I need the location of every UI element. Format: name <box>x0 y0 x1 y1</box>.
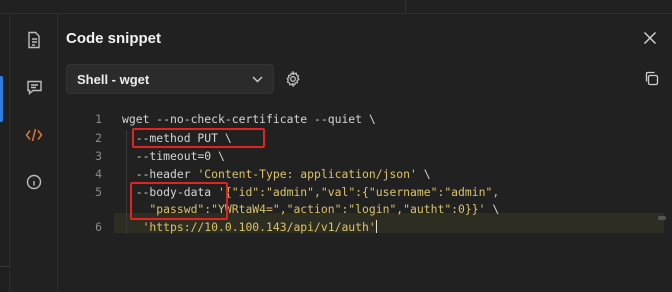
line-number: 2 <box>95 131 102 145</box>
line-continuation: \ <box>416 167 431 181</box>
header-flag: --header <box>122 167 198 181</box>
code-editor[interactable]: 1 2 3 4 5 6 wget --no-check-certificate … <box>58 110 672 242</box>
app-edge <box>0 14 10 292</box>
document-icon[interactable] <box>24 30 44 50</box>
text-cursor <box>375 220 377 233</box>
line-number: 6 <box>95 220 102 234</box>
copy-icon[interactable] <box>644 71 660 87</box>
code-line-4: --header 'Content-Type: application/json… <box>122 167 431 181</box>
panel-title: Code snippet <box>66 30 162 47</box>
highlight-box-method <box>132 128 265 148</box>
top-divider <box>405 0 406 14</box>
side-rail <box>10 14 58 292</box>
indent-guide <box>126 130 127 234</box>
code-line-3: --timeout=0 \ <box>122 149 225 163</box>
close-icon[interactable] <box>643 31 659 47</box>
active-indicator <box>0 76 3 122</box>
header-value: 'Content-Type: application/json' <box>197 167 417 181</box>
top-strip <box>0 0 672 14</box>
line-number: 4 <box>95 167 102 181</box>
code-line-6: 'https://10.0.100.143/api/v1/auth' <box>122 220 377 234</box>
line-continuation: \ <box>485 202 500 216</box>
chevron-down-icon <box>252 70 263 88</box>
url-value: 'https://10.0.100.143/api/v1/auth' <box>122 220 376 234</box>
language-select[interactable]: Shell - wget <box>66 64 274 94</box>
info-icon[interactable] <box>24 172 44 192</box>
language-select-label: Shell - wget <box>77 71 150 87</box>
code-icon[interactable] <box>24 125 44 145</box>
gear-icon[interactable] <box>285 69 301 89</box>
comment-icon[interactable] <box>24 77 44 97</box>
code-line-1: wget --no-check-certificate --quiet \ <box>122 112 376 126</box>
body-data-value: '{"id":"admin","val":{"username":"admin"… <box>218 185 500 199</box>
line-number: 5 <box>95 185 102 199</box>
highlight-box-body-data <box>130 182 228 220</box>
scrollbar-thumb[interactable] <box>658 216 666 220</box>
line-number: 3 <box>95 149 102 163</box>
code-snippet-panel: Code snippet Shell - wget 1 2 3 4 5 6 wg… <box>58 14 672 292</box>
edge-divider <box>0 266 10 267</box>
line-number: 1 <box>95 112 102 126</box>
